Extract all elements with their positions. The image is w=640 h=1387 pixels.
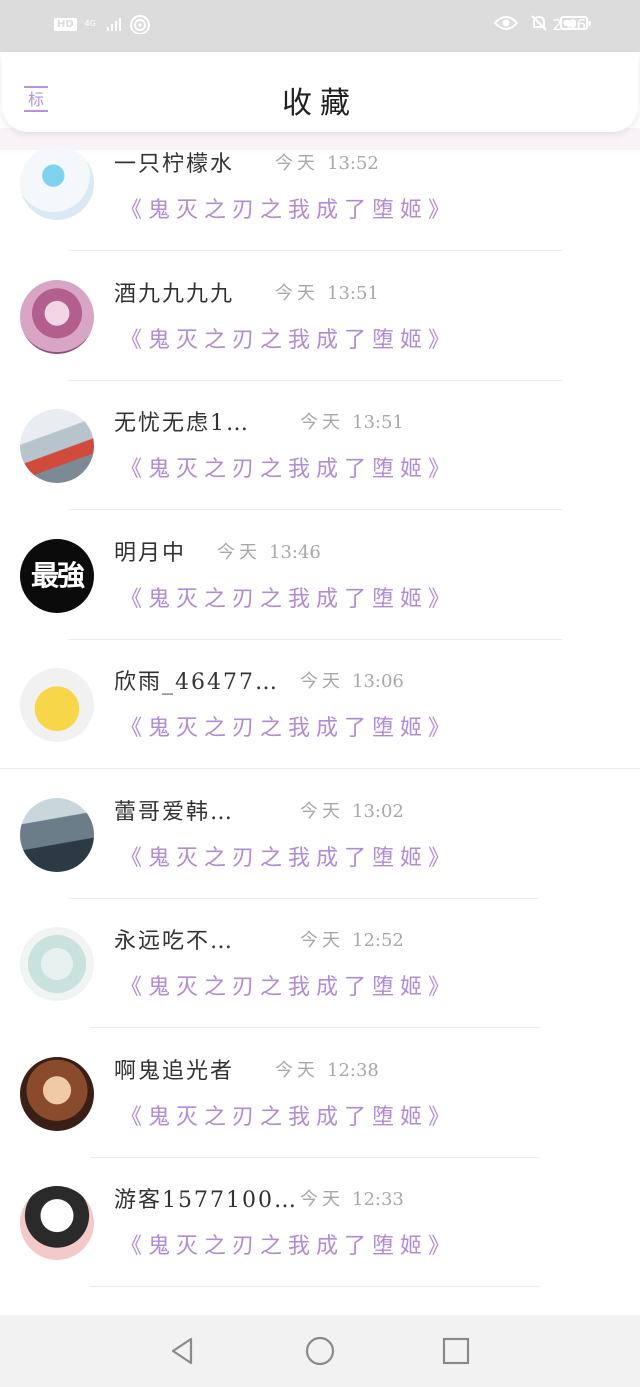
divider — [68, 379, 562, 381]
timestamp: 今天 13:06 — [300, 667, 404, 693]
status-left: HD 4G — [54, 14, 151, 34]
recents-icon[interactable] — [440, 1335, 472, 1367]
timestamp: 今天 12:52 — [300, 926, 404, 952]
username: 明月中 — [114, 540, 187, 566]
divider — [90, 1027, 540, 1028]
timestamp-time: 12:52 — [352, 930, 404, 951]
avatar[interactable] — [20, 1056, 94, 1131]
timestamp: 今天 12:38 — [275, 1056, 379, 1082]
status-time: 2:46 — [552, 16, 586, 34]
app-header: 标 收藏 — [2, 52, 638, 132]
avatar[interactable] — [20, 1186, 94, 1260]
timestamp-time: 13:51 — [327, 282, 379, 304]
username: 欣雨_46477… — [114, 670, 279, 695]
list-item[interactable]: 永远吃不… 今天 12:52 《鬼灭之刃之我成了堕姬》 — [0, 927, 640, 1056]
system-nav-bar — [0, 1315, 640, 1387]
avatar[interactable] — [20, 409, 94, 483]
timestamp-day: 今天 — [300, 800, 344, 822]
divider — [68, 509, 562, 510]
status-bar: HD 4G 2:46 — [0, 0, 640, 52]
timestamp: 今天 13:51 — [275, 279, 379, 305]
timestamp-time: 13:52 — [327, 153, 379, 174]
avatar[interactable] — [20, 668, 94, 742]
username: 蕾哥爱韩… — [114, 799, 235, 825]
timestamp: 今天 13:02 — [300, 797, 404, 823]
signal-icon — [106, 17, 121, 31]
avatar[interactable] — [20, 927, 94, 1001]
timestamp-time: 12:33 — [352, 1189, 404, 1210]
username: 一只柠檬水 — [114, 152, 235, 177]
timestamp-time: 13:02 — [352, 800, 404, 822]
timestamp-time: 12:38 — [327, 1059, 379, 1081]
timestamp-time: 13:06 — [352, 671, 404, 692]
timestamp-time: 13:46 — [269, 541, 321, 563]
avatar[interactable] — [20, 797, 94, 872]
list-item[interactable]: 一只柠檬水 今天 13:52 《鬼灭之刃之我成了堕姬》 — [0, 146, 640, 279]
username: 游客1577100… — [114, 1188, 298, 1213]
username: 酒九九九九 — [114, 281, 235, 307]
timestamp: 今天 13:52 — [275, 149, 379, 175]
list-item[interactable]: 欣雨_46477… 今天 13:06 《鬼灭之刃之我成了堕姬》 — [0, 668, 640, 797]
timestamp-day: 今天 — [217, 541, 261, 563]
divider — [90, 1156, 540, 1158]
book-title-link[interactable]: 《鬼灭之刃之我成了堕姬》 — [120, 969, 456, 1001]
timestamp-day: 今天 — [275, 1059, 319, 1081]
timestamp-time: 13:51 — [352, 412, 404, 433]
divider — [68, 897, 538, 899]
avatar[interactable] — [20, 146, 94, 220]
divider — [0, 768, 640, 769]
timestamp-day: 今天 — [275, 282, 319, 304]
wifi-icon — [129, 15, 150, 34]
eye-icon — [494, 16, 518, 30]
avatar[interactable] — [20, 279, 94, 354]
divider — [68, 638, 562, 640]
book-title-link[interactable]: 《鬼灭之刃之我成了堕姬》 — [120, 451, 456, 483]
avatar[interactable]: 最強 — [20, 538, 94, 613]
timestamp-day: 今天 — [300, 671, 344, 692]
list-item[interactable]: 最強 明月中 今天 13:46 《鬼灭之刃之我成了堕姬》 — [0, 538, 640, 668]
list-item[interactable]: 酒九九九九 今天 13:51 《鬼灭之刃之我成了堕姬》 — [0, 279, 640, 409]
page-title: 收藏 — [282, 86, 358, 121]
list-item[interactable]: 游客1577100… 今天 12:33 《鬼灭之刃之我成了堕姬》 — [0, 1186, 640, 1315]
avatar-text: 最強 — [30, 558, 85, 592]
username: 永远吃不… — [114, 929, 235, 954]
book-title-link[interactable]: 《鬼灭之刃之我成了堕姬》 — [120, 1099, 456, 1131]
book-title-link[interactable]: 《鬼灭之刃之我成了堕姬》 — [120, 322, 456, 354]
list-item[interactable]: 蕾哥爱韩… 今天 13:02 《鬼灭之刃之我成了堕姬》 — [0, 797, 640, 927]
hd-badge: HD — [54, 17, 77, 31]
timestamp-day: 今天 — [275, 153, 319, 174]
list-item[interactable]: 无忧无虑1… 今天 13:51 《鬼灭之刃之我成了堕姬》 — [0, 409, 640, 538]
timestamp-day: 今天 — [300, 1189, 344, 1210]
book-title-link[interactable]: 《鬼灭之刃之我成了堕姬》 — [120, 840, 456, 872]
list-item[interactable]: 啊鬼追光者 今天 12:38 《鬼灭之刃之我成了堕姬》 — [0, 1056, 640, 1186]
timestamp: 今天 13:51 — [300, 408, 404, 434]
network-type: 4G — [84, 19, 96, 28]
home-icon[interactable] — [304, 1335, 336, 1367]
divider — [90, 1286, 540, 1287]
timestamp: 今天 12:33 — [300, 1185, 404, 1211]
book-title-link[interactable]: 《鬼灭之刃之我成了堕姬》 — [120, 581, 456, 613]
username: 无忧无虑1… — [114, 411, 250, 436]
divider — [68, 250, 562, 251]
back-icon[interactable] — [167, 1335, 199, 1367]
timestamp-day: 今天 — [300, 412, 344, 433]
timestamp-day: 今天 — [300, 930, 344, 951]
timestamp: 今天 13:46 — [217, 538, 321, 564]
book-title-link[interactable]: 《鬼灭之刃之我成了堕姬》 — [120, 1228, 456, 1260]
bell-off-icon — [531, 15, 547, 31]
book-title-link[interactable]: 《鬼灭之刃之我成了堕姬》 — [120, 192, 456, 224]
username: 啊鬼追光者 — [114, 1058, 235, 1084]
book-title-link[interactable]: 《鬼灭之刃之我成了堕姬》 — [120, 710, 456, 742]
